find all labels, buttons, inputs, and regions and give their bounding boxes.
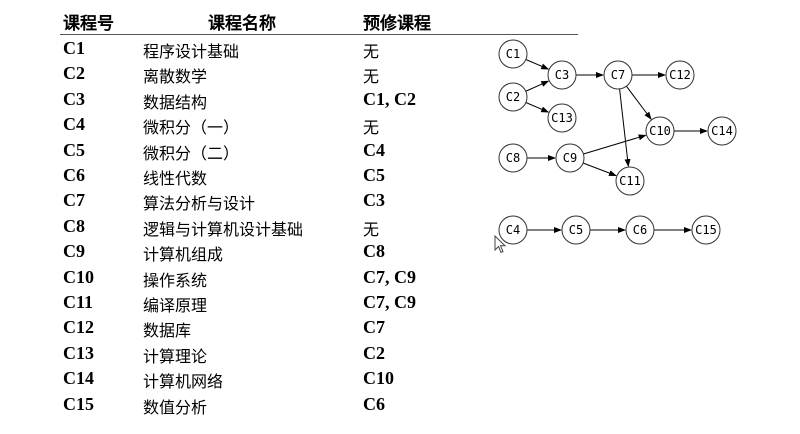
edge-c1-c3 (525, 59, 550, 70)
node-label: C5 (569, 223, 583, 237)
edge-c9-c11 (582, 162, 617, 177)
node-label: C12 (669, 68, 691, 82)
node-label: C14 (711, 124, 733, 138)
mouse-pointer-icon (494, 235, 507, 254)
node-c3: C3 (547, 60, 577, 90)
node-label: C10 (649, 124, 671, 138)
edge-c7-c10 (626, 85, 652, 120)
node-label: C6 (633, 223, 647, 237)
node-c7: C7 (603, 60, 633, 90)
node-c12: C12 (665, 60, 695, 90)
edge-c2-c13 (525, 102, 550, 113)
node-c2: C2 (498, 82, 528, 112)
edge-c7-c11 (619, 88, 631, 168)
node-c15: C15 (691, 215, 721, 245)
prerequisite-graph: C1C2C3C13C7 C12C10 C14C8 C9C11C4 C5 C6 C15 (498, 39, 737, 245)
node-c10: C10 (645, 116, 675, 146)
node-c14: C14 (707, 116, 737, 146)
node-label: C13 (551, 111, 573, 125)
node-c6: C6 (625, 215, 655, 245)
node-label: C11 (619, 174, 641, 188)
node-c9: C9 (555, 143, 585, 173)
edge-c2-c3 (525, 80, 550, 92)
edge-c9-c10 (583, 134, 647, 155)
node-label: C7 (611, 68, 625, 82)
node-label: C9 (563, 151, 577, 165)
node-label: C1 (506, 47, 520, 61)
node-c5: C5 (561, 215, 591, 245)
node-c1: C1 (498, 39, 528, 69)
node-label: C2 (506, 90, 520, 104)
node-c13: C13 (547, 103, 577, 133)
node-label: C3 (555, 68, 569, 82)
node-label: C8 (506, 151, 520, 165)
node-c8: C8 (498, 143, 528, 173)
node-c11: C11 (615, 166, 645, 196)
node-label: C15 (695, 223, 717, 237)
